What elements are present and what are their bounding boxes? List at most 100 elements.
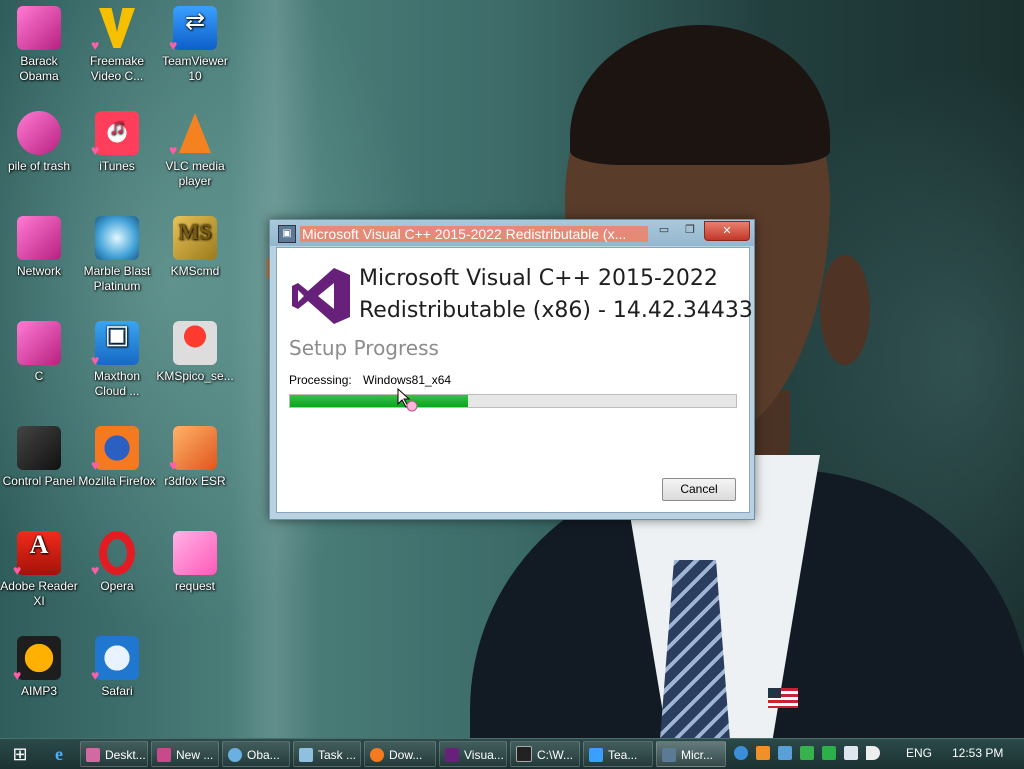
desktop-icon-label: Mozilla Firefox <box>78 474 156 488</box>
internet-explorer-icon[interactable]: e <box>44 743 74 765</box>
desktop-icon-opera[interactable]: ♥ Opera <box>78 525 156 594</box>
kmscmd-icon <box>173 216 217 260</box>
desktop-icon-label: pile of trash <box>7 159 71 173</box>
desktop-icon-label: Control Panel <box>2 474 76 488</box>
desktop-icon-label: Safari <box>101 684 133 698</box>
desktop-icon-kmscmd[interactable]: KMScmd <box>156 210 234 279</box>
progress-bar <box>289 394 737 408</box>
desktop-icon-label: Barack Obama <box>19 54 59 83</box>
desktop-icon-freemake[interactable]: ♥ Freemake Video C... <box>78 0 156 84</box>
maximize-button[interactable]: ❐ <box>678 221 702 239</box>
desktop-icon-aimp3[interactable]: ♥ AIMP3 <box>0 630 78 699</box>
freemake-icon: ♥ <box>91 6 139 52</box>
shield-icon[interactable] <box>800 746 814 760</box>
desktop-icon-label: Marble Blast Platinum <box>83 264 151 293</box>
title-bar[interactable]: ▣ Microsoft Visual C++ 2015-2022 Redistr… <box>270 220 754 246</box>
desktop-icon-control-panel[interactable]: Control Panel <box>0 420 78 489</box>
taskbar-item-obama[interactable]: Oba... <box>222 741 290 767</box>
desktop-icon-adobe-reader[interactable]: ♥ Adobe Reader XI <box>0 525 78 609</box>
opera-icon: ♥ <box>91 531 139 577</box>
kmspico-icon <box>173 321 217 365</box>
desktop-icon-itunes[interactable]: ♥ iTunes <box>78 105 156 174</box>
close-button[interactable]: ✕ <box>704 221 750 241</box>
progress-fill <box>290 395 469 407</box>
safari-icon: ♥ <box>91 636 139 682</box>
desktop-icon-marble-blast[interactable]: Marble Blast Platinum <box>78 210 156 294</box>
vlc-icon: ♥ <box>169 111 217 157</box>
taskbar-item-command-prompt[interactable]: C:\W... <box>510 741 580 767</box>
desktop-icon-label: AIMP3 <box>20 684 57 698</box>
control-panel-icon <box>17 426 61 470</box>
desktop-icon-label: Adobe Reader XI <box>0 579 78 608</box>
installer-window[interactable]: ▣ Microsoft Visual C++ 2015-2022 Redistr… <box>269 219 755 520</box>
window-title: Microsoft Visual C++ 2015-2022 Redistrib… <box>300 226 648 242</box>
taskbar-item-task-manager[interactable]: Task ... <box>293 741 361 767</box>
desktop-icon-maxthon[interactable]: ♥ Maxthon Cloud ... <box>78 315 156 399</box>
system-tray: ENG 12:53 PM <box>730 739 1024 769</box>
notebook-icon <box>173 531 217 575</box>
desktop-icon-barack-obama[interactable]: Barack Obama <box>0 0 78 84</box>
processing-value: Windows81_x64 <box>363 373 452 387</box>
taskbar-item-downloads[interactable]: Dow... <box>364 741 436 767</box>
taskbar-item-microsoft-installer[interactable]: Micr... <box>656 741 726 767</box>
display-icon[interactable] <box>778 746 792 760</box>
desktop-icon-firefox[interactable]: ♥ Mozilla Firefox <box>78 420 156 489</box>
processing-label: Processing: <box>289 373 352 387</box>
desktop-icon-kmspico[interactable]: KMSpico_se... <box>156 315 234 384</box>
desktop-icon-r3dfox[interactable]: ♥ r3dfox ESR <box>156 420 234 489</box>
installer-content: Microsoft Visual C++ 2015-2022 Redistrib… <box>276 247 753 513</box>
desktop-icon-label: KMSpico_se... <box>156 369 234 383</box>
network-status-icon[interactable] <box>734 746 748 760</box>
firefox-icon <box>370 748 384 762</box>
cancel-button[interactable]: Cancel <box>662 478 736 501</box>
adobe-reader-icon: ♥ <box>13 531 61 577</box>
setup-progress-heading: Setup Progress <box>289 336 439 360</box>
cmd-icon <box>516 746 532 762</box>
desktop-icon-label: r3dfox ESR <box>164 474 226 488</box>
recycle-bin-icon <box>17 111 61 155</box>
minimize-button[interactable]: ▭ <box>652 221 676 239</box>
desktop-icon-request[interactable]: request <box>156 525 234 594</box>
desktop-icon-teamviewer[interactable]: ♥ TeamViewer 10 <box>156 0 234 84</box>
doll-icon <box>17 6 61 50</box>
product-name-line2: Redistributable (x86) - 14.42.34433 <box>359 298 753 323</box>
start-button[interactable]: ⊞ <box>6 744 34 766</box>
language-indicator[interactable]: ENG <box>906 746 932 760</box>
globe-icon <box>228 748 242 762</box>
desktop-icon-safari[interactable]: ♥ Safari <box>78 630 156 699</box>
desktop-icon-label: Freemake Video C... <box>89 54 145 83</box>
teamviewer-icon <box>589 748 603 762</box>
desktop-icon-label: iTunes <box>99 159 135 173</box>
teamviewer-icon: ♥ <box>169 6 217 52</box>
desktop-icon-label: Network <box>16 264 61 278</box>
installer-icon <box>662 748 676 762</box>
desktop-icon-label: VLC media player <box>165 159 225 188</box>
network-icon[interactable] <box>844 746 858 760</box>
task-manager-icon <box>299 748 313 762</box>
installer-icon <box>445 748 459 762</box>
firefox-icon: ♥ <box>91 426 139 472</box>
taskbar-item-desktop[interactable]: Deskt... <box>80 741 148 767</box>
desktop-icon-c-drive[interactable]: C <box>0 315 78 384</box>
clock[interactable]: 12:53 PM <box>952 746 1003 760</box>
busy-cursor-icon <box>397 388 417 412</box>
desktop-icon-vlc[interactable]: ♥ VLC media player <box>156 105 234 189</box>
desktop-icon-label: C <box>34 369 44 383</box>
desktop-icon-label: Maxthon Cloud ... <box>93 369 141 398</box>
app-tray-icon[interactable] <box>756 746 770 760</box>
visual-studio-logo-icon <box>292 268 350 324</box>
desktop-icon-network[interactable]: Network <box>0 210 78 279</box>
taskbar: ⊞ e Deskt... New ... Oba... Task ... Dow… <box>0 738 1024 769</box>
installer-icon: ▣ <box>278 225 296 243</box>
marble-blast-icon <box>95 216 139 260</box>
desktop-icon-label: KMScmd <box>170 264 220 278</box>
taskbar-item-visual-installer[interactable]: Visua... <box>439 741 507 767</box>
taskbar-item-teamviewer[interactable]: Tea... <box>583 741 653 767</box>
r3dfox-icon: ♥ <box>169 426 217 472</box>
flag-icon[interactable] <box>822 746 836 760</box>
taskbar-item-new-window[interactable]: New ... <box>151 741 219 767</box>
network-icon <box>17 216 61 260</box>
desktop-icon-pile-of-trash[interactable]: pile of trash <box>0 105 78 174</box>
volume-muted-icon[interactable] <box>866 746 880 760</box>
desktop-icon-label: TeamViewer 10 <box>162 54 228 83</box>
